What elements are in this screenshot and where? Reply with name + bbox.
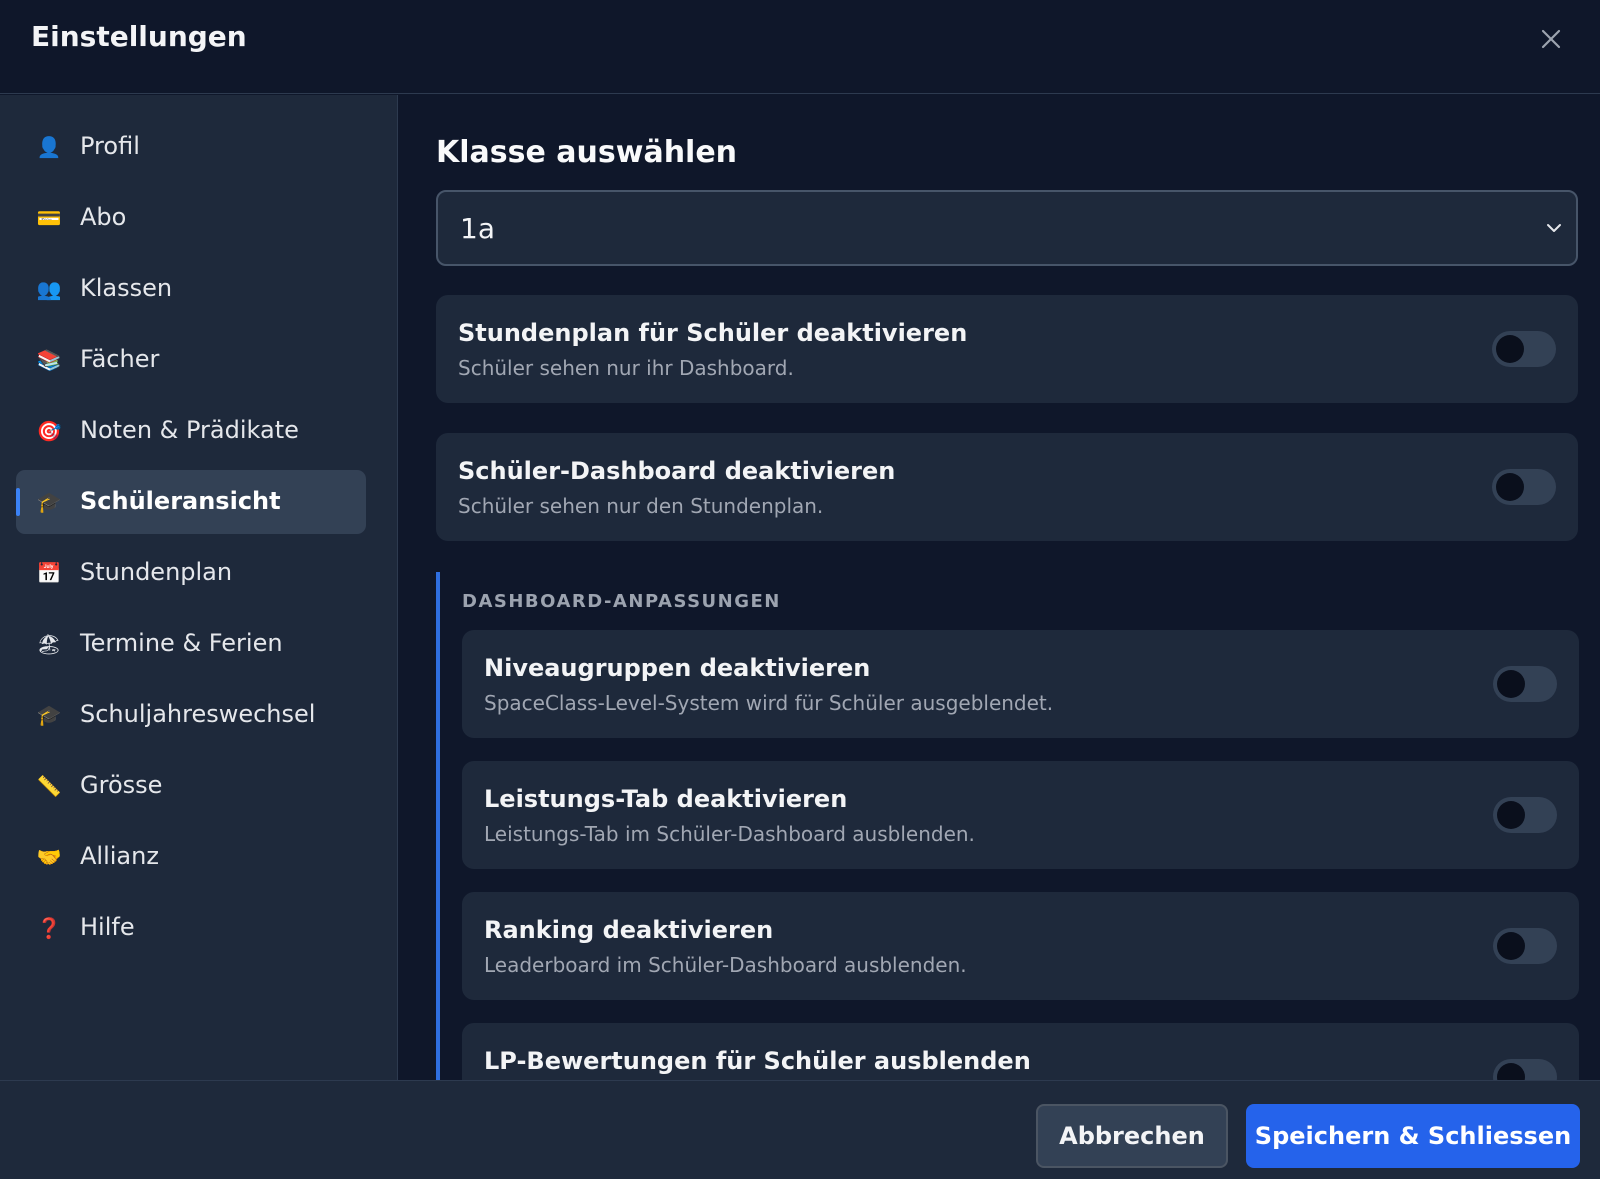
toggle-knob xyxy=(1497,801,1525,829)
niveaugruppen-toggle[interactable] xyxy=(1493,666,1557,702)
dialog-footer: Abbrechen Speichern & Schliessen xyxy=(0,1080,1600,1179)
dialog-title: Einstellungen xyxy=(31,20,247,53)
sidebar-item-label: Abo xyxy=(80,203,127,231)
graduation-cap-icon: 🎓 xyxy=(36,703,62,727)
lp-bewertungen-toggle[interactable] xyxy=(1493,1059,1557,1080)
sidebar-item-groesse[interactable]: 📏 Grösse xyxy=(16,754,366,818)
setting-title: Leistungs-Tab deaktivieren xyxy=(484,785,848,813)
beach-icon: 🏖 xyxy=(36,632,62,656)
setting-card: Niveaugruppen deaktivieren SpaceClass-Le… xyxy=(462,630,1579,738)
close-icon xyxy=(1541,29,1561,49)
class-select[interactable]: 1a xyxy=(436,190,1578,266)
sidebar-item-label: Fächer xyxy=(80,345,160,373)
setting-card: LP-Bewertungen für Schüler ausblenden xyxy=(462,1023,1579,1080)
stundenplan-toggle[interactable] xyxy=(1492,331,1556,367)
settings-sidebar: 👤 Profil 💳 Abo 👥 Klassen 📚 Fächer 🎯 Note… xyxy=(0,95,398,1080)
cancel-button[interactable]: Abbrechen xyxy=(1036,1104,1228,1168)
setting-description: Leaderboard im Schüler-Dashboard ausblen… xyxy=(484,953,967,977)
setting-description: Schüler sehen nur ihr Dashboard. xyxy=(458,356,794,380)
handshake-icon: 🤝 xyxy=(36,845,62,869)
close-button[interactable] xyxy=(1536,24,1566,54)
sidebar-item-label: Allianz xyxy=(80,842,159,870)
dashboard-settings-group: DASHBOARD-ANPASSUNGEN Niveaugruppen deak… xyxy=(436,572,1600,1080)
sidebar-item-noten[interactable]: 🎯 Noten & Prädikate xyxy=(16,399,366,463)
sidebar-item-label: Grösse xyxy=(80,771,163,799)
setting-description: Leistungs-Tab im Schüler-Dashboard ausbl… xyxy=(484,822,975,846)
setting-card: Stundenplan für Schüler deaktivieren Sch… xyxy=(436,295,1578,403)
setting-title: Niveaugruppen deaktivieren xyxy=(484,654,871,682)
sidebar-item-klassen[interactable]: 👥 Klassen xyxy=(16,257,366,321)
credit-card-icon: 💳 xyxy=(36,206,62,230)
sidebar-item-label: Stundenplan xyxy=(80,558,233,586)
target-icon: 🎯 xyxy=(36,419,62,443)
sidebar-item-stundenplan[interactable]: 📅 Stundenplan xyxy=(16,541,366,605)
toggle-knob xyxy=(1497,670,1525,698)
sidebar-item-label: Termine & Ferien xyxy=(80,629,283,657)
save-close-button[interactable]: Speichern & Schliessen xyxy=(1246,1104,1580,1168)
settings-content: Klasse auswählen 1a Stundenplan für Schü… xyxy=(399,95,1600,1080)
sidebar-item-label: Klassen xyxy=(80,274,173,302)
group-label: DASHBOARD-ANPASSUNGEN xyxy=(462,591,781,612)
sidebar-item-schueleransicht[interactable]: 🎓 Schüleransicht xyxy=(16,470,366,534)
question-mark-icon: ❓ xyxy=(36,916,62,940)
sidebar-item-label: Noten & Prädikate xyxy=(80,416,299,444)
sidebar-item-faecher[interactable]: 📚 Fächer xyxy=(16,328,366,392)
sidebar-item-label: Schuljahreswechsel xyxy=(80,700,316,728)
chevron-down-icon xyxy=(1547,224,1561,232)
sidebar-item-label: Schüleransicht xyxy=(80,487,281,515)
dialog-header: Einstellungen xyxy=(0,0,1600,94)
setting-card: Ranking deaktivieren Leaderboard im Schü… xyxy=(462,892,1579,1000)
setting-description: Schüler sehen nur den Stundenplan. xyxy=(458,494,824,518)
setting-card: Leistungs-Tab deaktivieren Leistungs-Tab… xyxy=(462,761,1579,869)
person-icon: 👤 xyxy=(36,135,62,159)
class-select-value: 1a xyxy=(460,212,495,245)
sidebar-item-abo[interactable]: 💳 Abo xyxy=(16,186,366,250)
toggle-knob xyxy=(1496,335,1524,363)
setting-title: Stundenplan für Schüler deaktivieren xyxy=(458,319,968,347)
calendar-icon: 📅 xyxy=(36,561,62,585)
ruler-icon: 📏 xyxy=(36,774,62,798)
setting-title: Schüler-Dashboard deaktivieren xyxy=(458,457,896,485)
toggle-knob xyxy=(1497,1063,1525,1080)
leistungs-tab-toggle[interactable] xyxy=(1493,797,1557,833)
setting-description: SpaceClass-Level-System wird für Schüler… xyxy=(484,691,1054,715)
dashboard-toggle[interactable] xyxy=(1492,469,1556,505)
sidebar-item-schuljahreswechsel[interactable]: 🎓 Schuljahreswechsel xyxy=(16,683,366,747)
people-icon: 👥 xyxy=(36,277,62,301)
ranking-toggle[interactable] xyxy=(1493,928,1557,964)
sidebar-item-termine[interactable]: 🏖 Termine & Ferien xyxy=(16,612,366,676)
sidebar-item-label: Hilfe xyxy=(80,913,135,941)
sidebar-item-allianz[interactable]: 🤝 Allianz xyxy=(16,825,366,889)
setting-title: Ranking deaktivieren xyxy=(484,916,774,944)
graduation-cap-icon: 🎓 xyxy=(36,490,62,514)
sidebar-item-label: Profil xyxy=(80,132,140,160)
setting-card: Schüler-Dashboard deaktivieren Schüler s… xyxy=(436,433,1578,541)
toggle-knob xyxy=(1497,932,1525,960)
setting-title: LP-Bewertungen für Schüler ausblenden xyxy=(484,1047,1031,1075)
books-icon: 📚 xyxy=(36,348,62,372)
sidebar-item-profil[interactable]: 👤 Profil xyxy=(16,115,366,179)
toggle-knob xyxy=(1496,473,1524,501)
sidebar-item-hilfe[interactable]: ❓ Hilfe xyxy=(16,896,366,960)
section-title: Klasse auswählen xyxy=(436,135,738,170)
